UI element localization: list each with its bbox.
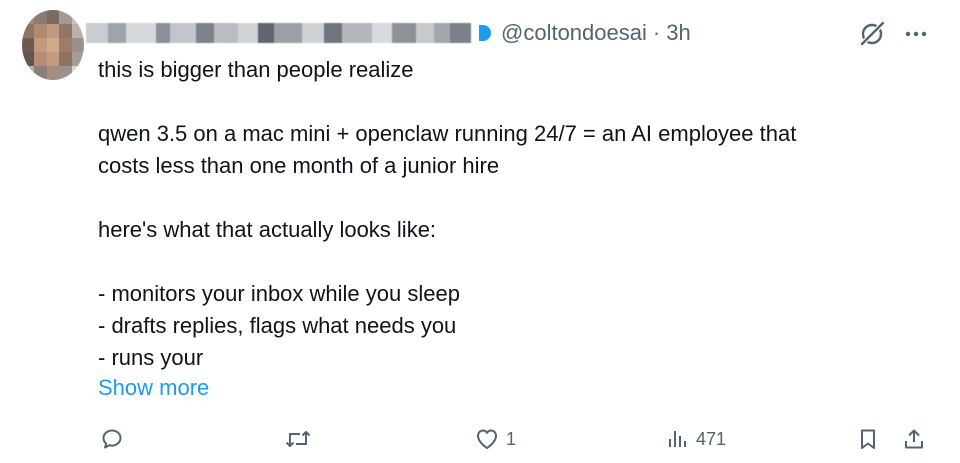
- bookmark-button[interactable]: [856, 422, 880, 456]
- heart-icon: [474, 427, 500, 451]
- show-more-link[interactable]: Show more: [98, 372, 209, 404]
- retweet-button[interactable]: [284, 422, 318, 456]
- views-button[interactable]: 471: [666, 422, 726, 456]
- views-count: 471: [696, 428, 727, 449]
- share-button[interactable]: [902, 422, 926, 456]
- tweet: @coltondoesai · 3h this is bigger than p…: [0, 0, 960, 463]
- tweet-line: - drafts replies, flags what needs you: [98, 313, 457, 338]
- grok-icon[interactable]: [856, 18, 888, 50]
- author-handle[interactable]: @coltondoesai: [501, 20, 647, 46]
- like-count: 1: [506, 428, 517, 449]
- reply-icon: [100, 427, 124, 451]
- tweet-line: costs less than one month of a junior hi…: [98, 153, 500, 178]
- action-bar: 1 471: [0, 422, 960, 456]
- more-icon[interactable]: [900, 18, 932, 50]
- views-icon: [666, 427, 690, 451]
- verified-badge-icon: [479, 25, 491, 41]
- tweet-text: this is bigger than people realize qwen …: [98, 54, 938, 374]
- tweet-header: @coltondoesai · 3h: [86, 16, 691, 50]
- tweet-line: - runs your: [98, 345, 204, 370]
- reply-button[interactable]: [100, 422, 130, 456]
- bookmark-icon: [856, 427, 880, 451]
- retweet-icon: [284, 427, 312, 451]
- tweet-line: qwen 3.5 on a mac mini + openclaw runnin…: [98, 121, 797, 146]
- tweet-line: this is bigger than people realize: [98, 57, 414, 82]
- tweet-line: - monitors your inbox while you sleep: [98, 281, 460, 306]
- like-button[interactable]: 1: [474, 422, 516, 456]
- display-name-blurred[interactable]: [86, 21, 471, 45]
- share-icon: [902, 427, 926, 451]
- avatar[interactable]: [22, 10, 84, 80]
- tweet-line: here's what that actually looks like:: [98, 217, 437, 242]
- separator-dot: ·: [652, 20, 661, 45]
- tweet-timestamp[interactable]: 3h: [666, 20, 690, 46]
